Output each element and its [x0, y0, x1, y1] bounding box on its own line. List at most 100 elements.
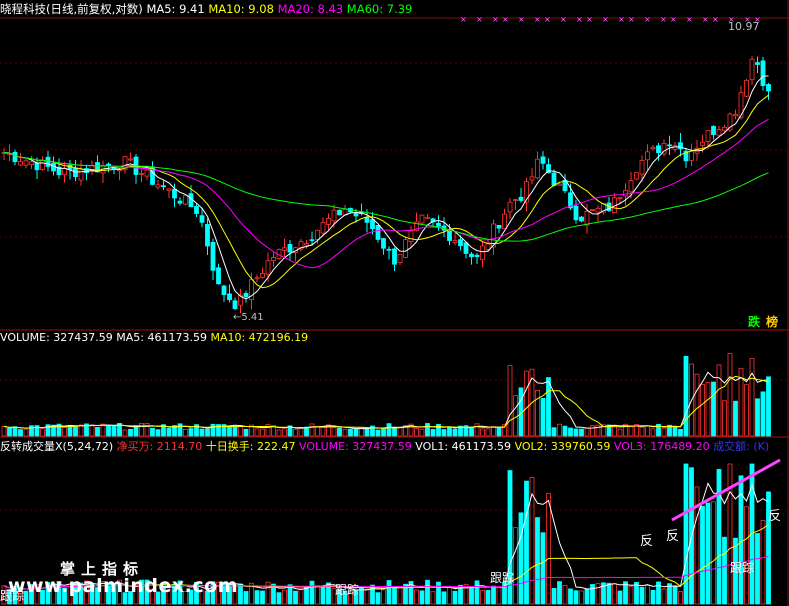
- volume-bar: [309, 423, 315, 437]
- candle-body: [716, 129, 722, 136]
- volume-bar: [155, 429, 161, 437]
- candle-body: [634, 172, 639, 180]
- candle-body: [656, 145, 661, 154]
- reversal-bar: [293, 590, 298, 605]
- reversal-bar: [639, 586, 645, 605]
- volume-bar: [755, 398, 760, 437]
- candle-body: [128, 158, 133, 161]
- candle-body: [711, 126, 716, 136]
- reversal-legend-item: VOL2: 339760.59: [515, 440, 614, 453]
- reversal-bar: [573, 590, 579, 605]
- ma10-line: [3, 94, 769, 289]
- volume-bar: [568, 427, 573, 437]
- volume-bar: [188, 428, 194, 437]
- reversal-bar: [276, 592, 282, 605]
- volume-bar: [95, 426, 100, 437]
- volume-bar: [485, 428, 491, 437]
- volume-bar: [62, 427, 67, 437]
- price-legend-item: MA5: 9.41: [146, 2, 208, 16]
- reversal-legend-item: (K): [753, 440, 769, 453]
- reversal-legend-item: 十日换手: 222.47: [206, 439, 299, 453]
- ma5-line: [3, 75, 769, 300]
- reversal-bar: [628, 585, 634, 605]
- candle-body: [573, 205, 579, 221]
- candle-body: [733, 114, 738, 117]
- reversal-bar: [298, 588, 304, 605]
- volume-bar: [73, 425, 78, 437]
- reversal-bar: [612, 583, 617, 605]
- reversal-legend: 反转成交量X(5,24,72) 净买万: 2114.70 十日换手: 222.4…: [0, 439, 769, 453]
- candle-body: [23, 160, 29, 166]
- signal-marker: ×: [534, 15, 541, 24]
- candle-body: [584, 210, 590, 226]
- candle-body: [700, 141, 705, 146]
- candle-body: [370, 219, 375, 230]
- reversal-bar: [452, 590, 458, 605]
- volume-bar: [650, 428, 656, 437]
- candle-body: [155, 184, 161, 188]
- candle-body: [403, 239, 408, 258]
- volume-bar: [232, 426, 238, 437]
- volume-bar: [716, 364, 722, 437]
- volume-bar: [722, 400, 727, 437]
- candle-body: [507, 201, 513, 213]
- candle-body: [590, 209, 595, 212]
- marker-fan: 反: [666, 529, 679, 544]
- signal-marker: ×: [518, 15, 525, 24]
- high-price-label: 10.97: [728, 20, 760, 33]
- reversal-bar: [535, 517, 540, 605]
- candle-body: [617, 197, 623, 200]
- candle-body: [595, 207, 601, 213]
- volume-bar: [276, 429, 282, 437]
- reversal-bar: [518, 512, 524, 605]
- signal-marker: ×: [686, 15, 693, 24]
- candle-body: [744, 79, 749, 97]
- reversal-bar: [672, 585, 678, 605]
- volume-bar: [474, 423, 480, 437]
- candle-body: [535, 158, 540, 179]
- candle-body: [425, 217, 430, 219]
- candle-body: [623, 189, 628, 197]
- volume-bar: [111, 424, 117, 437]
- price-legend-title: 晓程科技(日线,前复权,对数): [0, 2, 146, 16]
- volume-bar: [447, 426, 452, 437]
- candle-body: [452, 240, 458, 243]
- candle-body: [381, 238, 386, 249]
- volume-bar: [293, 428, 298, 437]
- signal-marker: ×: [544, 15, 551, 24]
- candle-body: [331, 209, 337, 222]
- volume-bar: [238, 425, 243, 437]
- volume-bar: [579, 428, 584, 437]
- reversal-bar: [590, 584, 595, 605]
- reversal-bar: [425, 579, 430, 605]
- reversal-bar: [650, 589, 656, 605]
- candle-body: [353, 213, 359, 217]
- volume-bar: [386, 423, 392, 437]
- candle-body: [496, 225, 502, 229]
- volume-bar: [469, 426, 474, 437]
- volume-legend-item: VOLUME: 327437.59: [0, 331, 116, 344]
- reversal-bar: [375, 592, 381, 605]
- signal-marker: ×: [628, 15, 635, 24]
- volume-bar: [425, 423, 430, 437]
- candle-body: [309, 239, 315, 242]
- marker-fan: 反: [640, 534, 653, 549]
- reversal-bar: [364, 588, 370, 605]
- volume-ma5-line: [3, 371, 769, 430]
- volume-bar: [282, 428, 287, 437]
- volume-bar: [128, 428, 133, 437]
- marker-track: 跟踪: [335, 583, 359, 597]
- reversal-bar: [513, 527, 518, 605]
- candle-body: [513, 199, 518, 202]
- reversal-bar: [320, 585, 326, 605]
- reversal-bar: [711, 501, 716, 605]
- candle-body: [463, 242, 469, 254]
- volume-bar: [353, 428, 359, 437]
- volume-bar: [617, 428, 623, 437]
- volume-bar: [177, 423, 183, 437]
- candle-body: [199, 215, 205, 223]
- signal-marker: ×: [702, 15, 709, 24]
- marker-track: 跟踪: [730, 561, 754, 575]
- volume-bar: [210, 423, 216, 437]
- candle-body: [480, 245, 485, 261]
